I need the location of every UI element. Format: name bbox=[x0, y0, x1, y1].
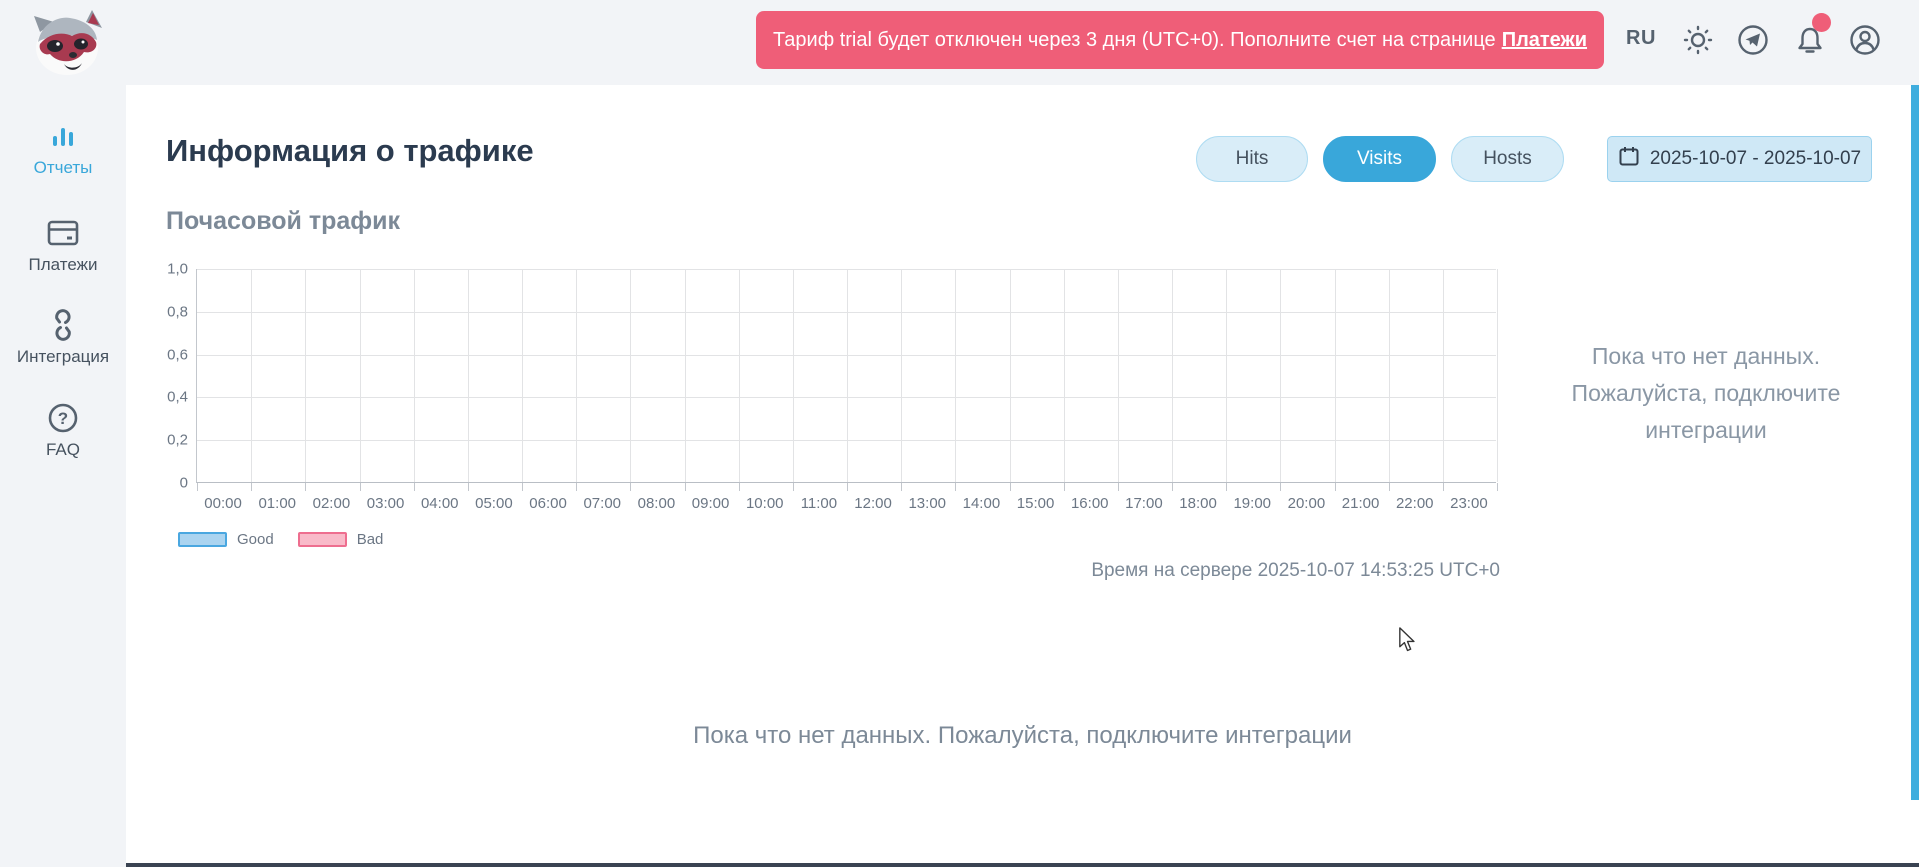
x-axis-tick: 04:00 bbox=[410, 495, 470, 512]
raccoon-logo[interactable] bbox=[26, 6, 108, 80]
x-axis-tick: 03:00 bbox=[356, 495, 416, 512]
chart-empty-state-text: Пока что нет данных. Пожалуйста, подключ… bbox=[1538, 338, 1874, 449]
hourly-traffic-chart bbox=[196, 269, 1496, 483]
x-axis-tick: 11:00 bbox=[789, 495, 849, 512]
notification-dot bbox=[1812, 13, 1831, 32]
page-title: Информация о трафике bbox=[166, 133, 534, 169]
banner-payments-link[interactable]: Платежи bbox=[1502, 29, 1587, 52]
bar-chart-icon bbox=[48, 122, 78, 152]
trial-warning-banner: Тариф trial будет отключен через 3 дня (… bbox=[756, 11, 1604, 69]
y-axis-tick: 1,0 bbox=[138, 261, 188, 278]
sidebar-item-payments[interactable]: Платежи bbox=[0, 217, 126, 275]
legend-label: Good bbox=[237, 531, 274, 548]
x-axis-tick: 05:00 bbox=[464, 495, 524, 512]
legend-label: Bad bbox=[357, 531, 384, 548]
y-axis-tick: 0,4 bbox=[138, 389, 188, 406]
legend-entry: Good bbox=[178, 531, 274, 548]
x-axis-tick: 06:00 bbox=[518, 495, 578, 512]
x-axis-tick: 15:00 bbox=[1006, 495, 1066, 512]
language-selector[interactable]: RU bbox=[1626, 27, 1662, 50]
chart-legend: Good Bad bbox=[178, 531, 383, 548]
x-axis-tick: 01:00 bbox=[247, 495, 307, 512]
x-axis-tick: 21:00 bbox=[1331, 495, 1391, 512]
app-window: Тариф trial будет отключен через 3 дня (… bbox=[0, 0, 1919, 867]
y-axis-tick: 0,2 bbox=[138, 432, 188, 449]
tab-hits[interactable]: Hits bbox=[1196, 136, 1308, 182]
telegram-icon[interactable] bbox=[1737, 24, 1769, 56]
sidebar-item-label: Платежи bbox=[29, 255, 98, 275]
x-axis-tick: 19:00 bbox=[1222, 495, 1282, 512]
server-time-text: Время на сервере 2025-10-07 14:53:25 UTC… bbox=[1088, 560, 1500, 582]
page-empty-state-text: Пока что нет данных. Пожалуйста, подключ… bbox=[126, 722, 1919, 750]
x-axis-tick: 23:00 bbox=[1439, 495, 1499, 512]
theme-sun-icon[interactable] bbox=[1682, 24, 1714, 56]
x-axis-tick: 09:00 bbox=[681, 495, 741, 512]
sidebar-item-label: FAQ bbox=[46, 440, 80, 460]
x-axis-tick: 18:00 bbox=[1168, 495, 1228, 512]
x-axis-tick: 20:00 bbox=[1276, 495, 1336, 512]
y-axis-tick: 0,6 bbox=[138, 346, 188, 363]
link-icon bbox=[47, 309, 79, 341]
legend-swatch bbox=[298, 532, 347, 547]
bottom-edge-strip bbox=[126, 863, 1919, 867]
x-axis-tick: 14:00 bbox=[951, 495, 1011, 512]
sidebar-item-reports[interactable]: Отчеты bbox=[0, 122, 126, 178]
svg-text:?: ? bbox=[58, 409, 68, 428]
date-range-picker[interactable]: 2025-10-07 - 2025-10-07 bbox=[1607, 136, 1872, 182]
banner-text: Тариф trial будет отключен через 3 дня (… bbox=[773, 29, 1496, 52]
sidebar-item-integration[interactable]: Интеграция bbox=[0, 309, 126, 367]
y-axis-tick: 0 bbox=[138, 475, 188, 492]
legend-swatch bbox=[178, 532, 227, 547]
x-axis-tick: 16:00 bbox=[1060, 495, 1120, 512]
account-icon[interactable] bbox=[1849, 24, 1881, 56]
mouse-cursor bbox=[1398, 627, 1420, 654]
y-axis-tick: 0,8 bbox=[138, 303, 188, 320]
x-axis-tick: 22:00 bbox=[1385, 495, 1445, 512]
sidebar-item-faq[interactable]: ? FAQ bbox=[0, 402, 126, 460]
sidebar-item-label: Интеграция bbox=[17, 347, 109, 367]
x-axis-tick: 02:00 bbox=[301, 495, 361, 512]
x-axis-tick: 10:00 bbox=[735, 495, 795, 512]
x-axis-tick: 07:00 bbox=[572, 495, 632, 512]
credit-card-icon bbox=[46, 217, 80, 249]
x-axis-tick: 17:00 bbox=[1114, 495, 1174, 512]
x-axis-tick: 12:00 bbox=[843, 495, 903, 512]
vertical-scrollbar[interactable] bbox=[1911, 85, 1919, 800]
x-axis-tick: 00:00 bbox=[193, 495, 253, 512]
x-axis-tick: 13:00 bbox=[897, 495, 957, 512]
tab-visits[interactable]: Visits bbox=[1323, 136, 1436, 182]
question-icon: ? bbox=[47, 402, 79, 434]
x-axis-tick: 08:00 bbox=[626, 495, 686, 512]
sidebar-item-label: Отчеты bbox=[34, 158, 93, 178]
tab-hosts[interactable]: Hosts bbox=[1451, 136, 1564, 182]
legend-entry: Bad bbox=[298, 531, 384, 548]
calendar-icon bbox=[1618, 145, 1640, 173]
chart-section-title: Почасовой трафик bbox=[166, 207, 400, 236]
date-range-value: 2025-10-07 - 2025-10-07 bbox=[1650, 148, 1861, 170]
